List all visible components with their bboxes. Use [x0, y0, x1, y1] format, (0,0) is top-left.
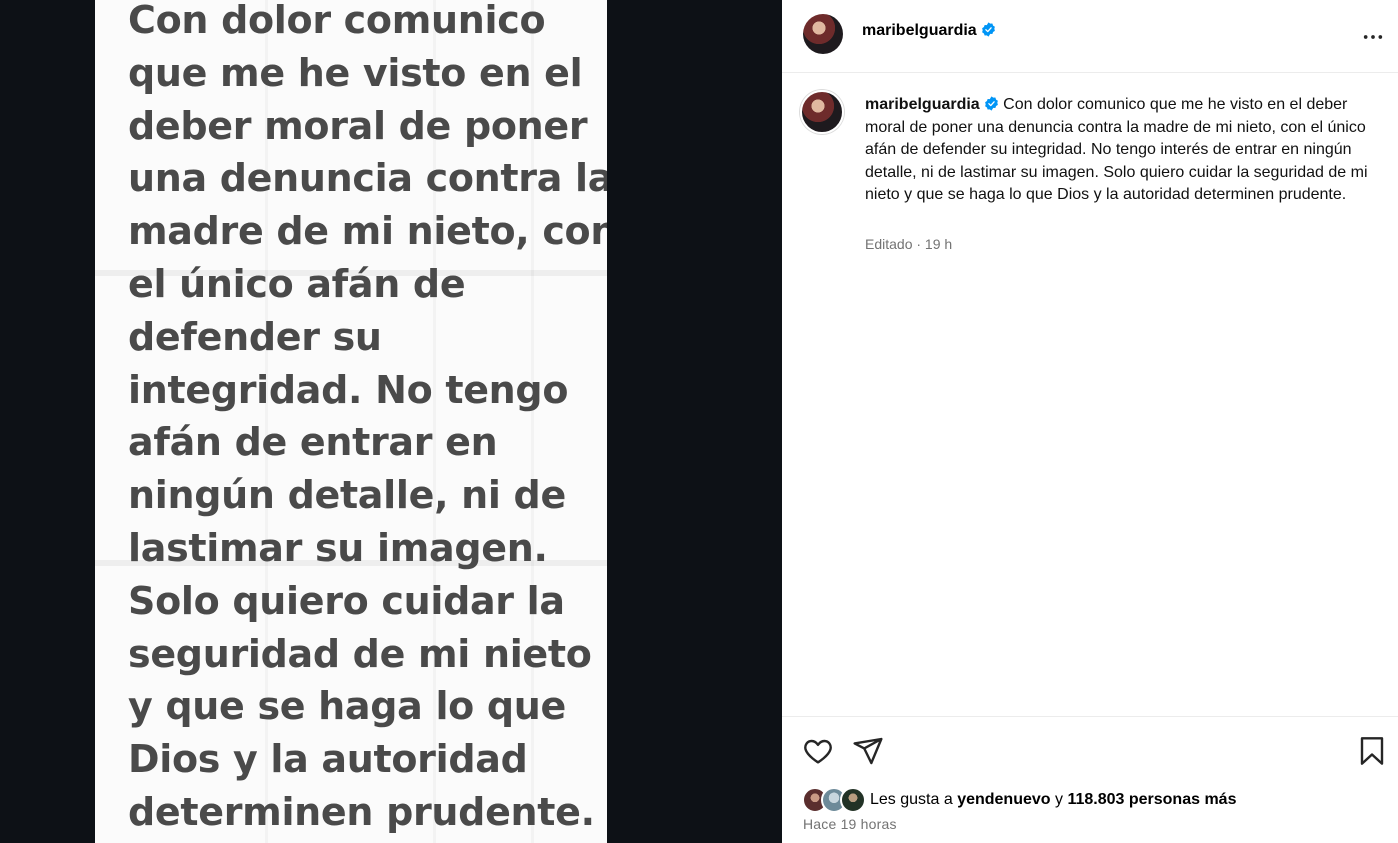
post-time[interactable]: Hace 19 horas: [803, 816, 897, 832]
likes-summary[interactable]: Les gusta a yendenuevo y 118.803 persona…: [802, 787, 1236, 813]
post-actions: Les gusta a yendenuevo y 118.803 persona…: [782, 716, 1398, 843]
header-username-wrap: maribelguardia: [862, 22, 996, 40]
verified-badge-icon: [984, 96, 998, 111]
caption-username[interactable]: maribelguardia: [865, 96, 980, 113]
post-media[interactable]: Con dolor comunico que me he visto en el d…: [0, 0, 782, 843]
avatar: [840, 787, 866, 813]
heart-icon[interactable]: [802, 735, 834, 767]
caption-avatar[interactable]: [800, 90, 844, 134]
likes-user[interactable]: yendenuevo: [957, 791, 1050, 809]
note-line: y que se haga lo que: [128, 684, 567, 729]
note-line: lastimar su imagen.: [128, 525, 548, 570]
note-line: el único afán de: [128, 261, 466, 306]
note-line: Con dolor comunico: [128, 0, 546, 42]
note-line: Solo quiero cuidar la: [128, 578, 565, 623]
note-line: Dios y la autoridad: [128, 737, 528, 782]
caption-meta: Editado · 19 h: [865, 236, 953, 252]
liker-avatars: [802, 787, 866, 813]
bookmark-icon[interactable]: [1356, 735, 1388, 767]
note-image: Con dolor comunico que me he visto en el d…: [95, 0, 607, 843]
note-line: seguridad de mi nieto: [128, 631, 592, 676]
verified-badge-icon: [981, 22, 995, 37]
avatar[interactable]: [803, 14, 843, 54]
note-line: defender su: [128, 314, 382, 359]
note-line: una denuncia contra la: [128, 156, 607, 201]
note-line: integridad. No tengo: [128, 367, 569, 412]
note-line: ningún detalle, ni de: [128, 473, 566, 518]
post-header: maribelguardia: [782, 0, 1398, 73]
post-side-panel: maribelguardia maribelguardia Con dolor …: [782, 0, 1398, 843]
note-line: afán de entrar en: [128, 420, 498, 465]
likes-connector: y: [1055, 791, 1063, 808]
more-horizontal-icon[interactable]: [1362, 26, 1384, 48]
likes-prefix: Les gusta a: [870, 791, 953, 808]
instagram-post-view: Con dolor comunico que me he visto en el d…: [0, 0, 1398, 843]
header-username[interactable]: maribelguardia: [862, 22, 977, 39]
caption: maribelguardia Con dolor comunico que me…: [865, 94, 1370, 207]
note-line: madre de mi nieto, con: [128, 209, 607, 254]
note-line: que me he visto en el: [128, 50, 583, 95]
send-icon[interactable]: [852, 735, 884, 767]
note-line: deber moral de poner: [128, 103, 588, 148]
note-text: Con dolor comunico que me he visto en el d…: [128, 0, 607, 839]
likes-others[interactable]: 118.803 personas más: [1067, 791, 1236, 809]
note-line: determinen prudente.: [128, 789, 595, 834]
